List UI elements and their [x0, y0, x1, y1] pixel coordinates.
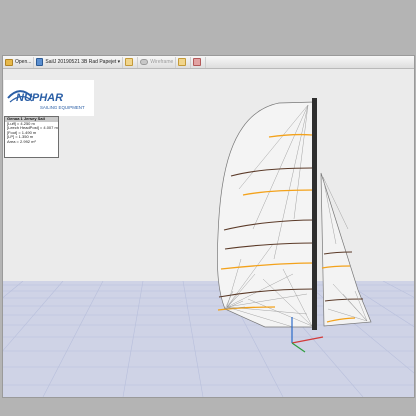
wireframe-button-label: Wireframe [150, 59, 174, 65]
sail-model-3d [217, 98, 372, 353]
toolbar: Open... SailJ 20190521 3B Rad Papejet ▾ … [3, 56, 414, 69]
logo-tagline: SAILING EQUIPMENT [40, 105, 85, 110]
screen-background: Open... SailJ 20190521 3B Rad Papejet ▾ … [0, 0, 416, 416]
axis-x [291, 336, 324, 344]
folder-open-icon [178, 58, 187, 66]
sail-file-dropdown-label: SailJ 20190521 3B Rad Papejet ▾ [45, 59, 121, 65]
eye-icon [140, 59, 149, 65]
sail-info-panel: Genoa 1 Jersey Sail [Luff] = 4.250 m [Le… [4, 116, 59, 158]
tool-icon [125, 58, 134, 66]
sail-file-icon [36, 58, 44, 66]
logo-wordmark: NUPHAR [16, 92, 63, 104]
toolbar-small-button-1[interactable] [123, 56, 139, 68]
open-button[interactable]: Open... [3, 56, 35, 68]
folder-icon [5, 58, 13, 66]
toolbar-small-button-3[interactable] [191, 56, 207, 68]
3d-viewport[interactable]: NUPHAR SAILING EQUIPMENT Genoa 1 Jersey … [3, 69, 414, 397]
application-window: Open... SailJ 20190521 3B Rad Papejet ▾ … [2, 55, 415, 398]
open-button-label: Open... [15, 59, 32, 65]
area-measurement: Area = 2.992 m² [7, 138, 36, 144]
export-icon [193, 58, 202, 66]
logo-graphic: NUPHAR SAILING EQUIPMENT [7, 90, 85, 110]
axis-y [291, 342, 306, 353]
toolbar-small-button-2[interactable] [176, 56, 192, 68]
sail-file-dropdown[interactable]: SailJ 20190521 3B Rad Papejet ▾ [34, 56, 124, 68]
wireframe-button[interactable]: Wireframe [138, 56, 177, 68]
company-logo: NUPHAR SAILING EQUIPMENT [4, 80, 94, 116]
